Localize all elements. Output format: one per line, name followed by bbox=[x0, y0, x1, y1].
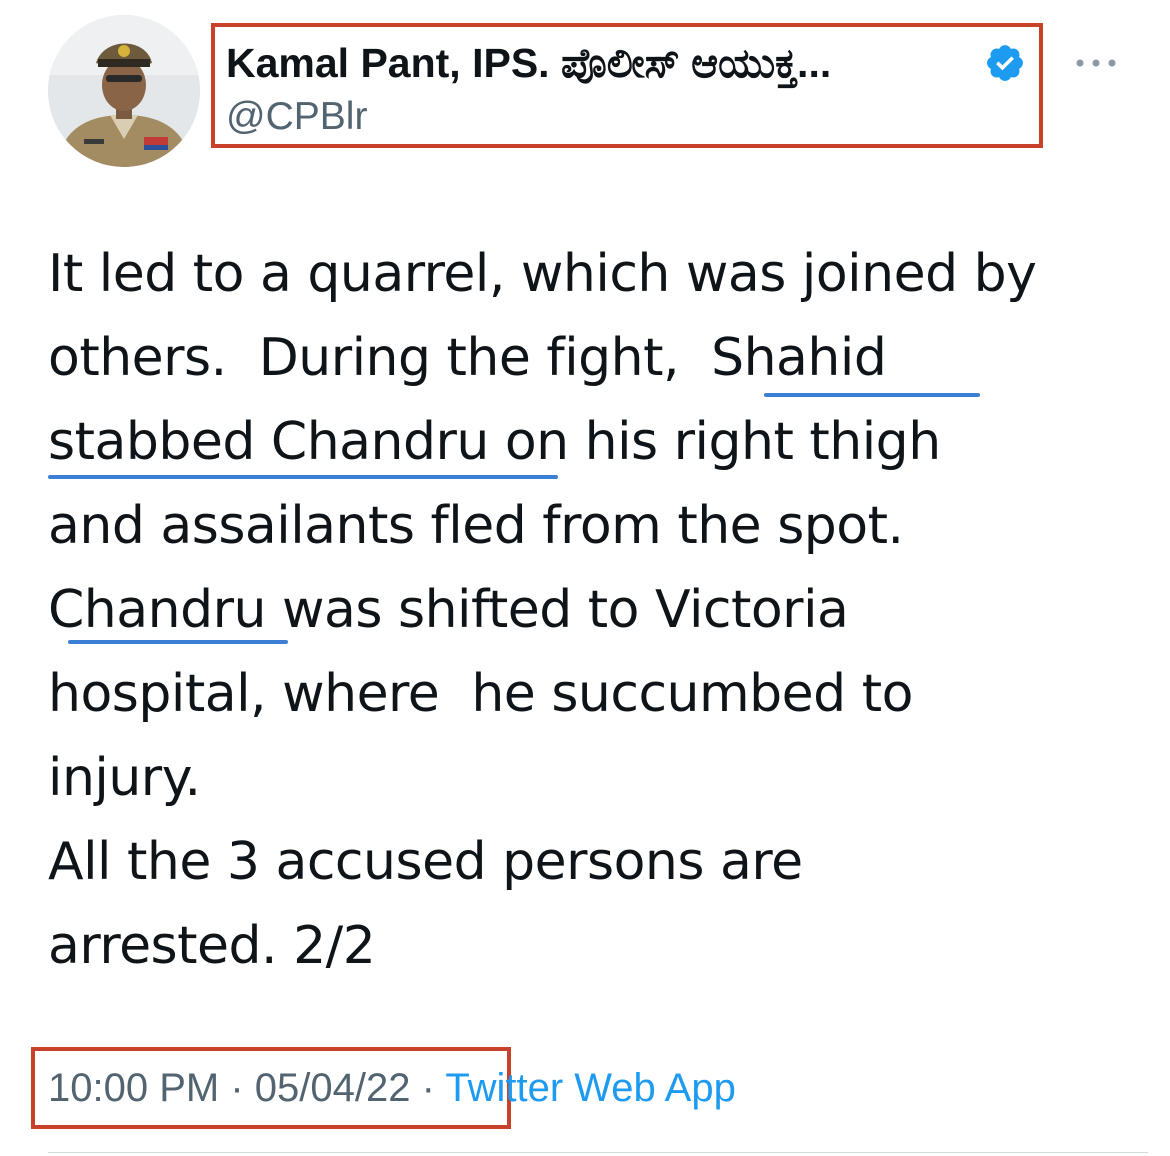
tweet-line: It led to a quarrel, which was joined by bbox=[48, 244, 1037, 304]
author-handle[interactable]: @CPBlr bbox=[226, 93, 367, 141]
profile-avatar[interactable] bbox=[48, 15, 200, 167]
tweet-line: and assailants fled from the spot. bbox=[48, 496, 904, 556]
meta-separator: · bbox=[421, 1066, 435, 1110]
tweet-date[interactable]: 05/04/22 bbox=[255, 1066, 411, 1110]
tweet-meta: 10:00 PM · 05/04/22 · Twitter Web App bbox=[48, 1062, 736, 1114]
meta-separator: · bbox=[230, 1066, 244, 1110]
police-officer-avatar bbox=[48, 15, 200, 167]
tweet-line: injury. bbox=[48, 748, 201, 808]
more-horizontal-icon[interactable] bbox=[1072, 48, 1120, 78]
tweet-line: hospital, where he succumbed to bbox=[48, 664, 913, 724]
tweet-body: It led to a quarrel, which was joined by… bbox=[48, 232, 1148, 988]
verified-badge-icon bbox=[987, 45, 1023, 81]
annotation-underline-shahid bbox=[764, 393, 980, 397]
tweet-line: others. During the fight, Shahid bbox=[48, 328, 887, 388]
tweet-source-link[interactable]: Twitter Web App bbox=[445, 1066, 736, 1110]
annotation-underline-stabbed-chandru bbox=[48, 475, 558, 479]
tweet-line: All the 3 accused persons are bbox=[48, 832, 803, 892]
divider bbox=[48, 1152, 1148, 1153]
annotation-underline-chandru bbox=[68, 640, 288, 644]
author-display-name[interactable]: Kamal Pant, IPS. ಪೊಲೀಸ್ ಆಯುಕ್ತ... bbox=[226, 38, 831, 88]
tweet-line: stabbed Chandru on his right thigh bbox=[48, 412, 941, 472]
tweet-line: arrested. 2/2 bbox=[48, 916, 376, 976]
tweet-time[interactable]: 10:00 PM bbox=[48, 1066, 219, 1110]
